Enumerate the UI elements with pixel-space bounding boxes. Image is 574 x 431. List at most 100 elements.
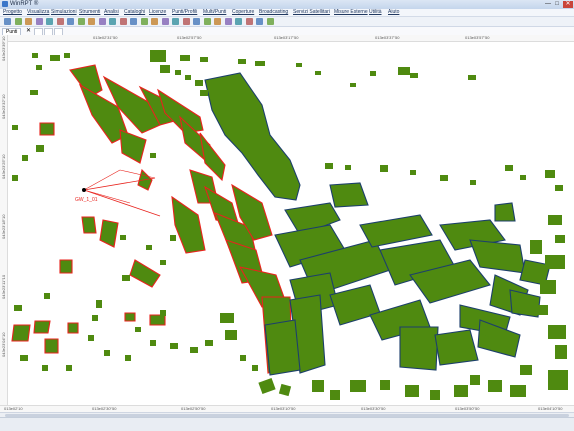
building-footprint <box>505 165 513 171</box>
menu-coperture[interactable]: Coperture <box>232 9 254 16</box>
building-footprint <box>200 90 208 96</box>
redo-icon[interactable] <box>77 18 85 25</box>
menu-punti-profili[interactable]: Punti/Profili <box>172 9 197 16</box>
building-footprint <box>440 175 448 181</box>
pan-icon[interactable] <box>109 18 116 25</box>
building-footprint <box>104 350 110 356</box>
site-label: GW_1_01 <box>75 197 98 203</box>
info-icon[interactable] <box>256 18 263 25</box>
menu-multi-punti[interactable]: Multi/Punti <box>203 9 226 16</box>
building-footprint <box>330 390 340 400</box>
building-footprint <box>50 55 60 61</box>
building-footprint <box>252 365 258 371</box>
cut-icon[interactable] <box>35 18 43 25</box>
menu-strumenti[interactable]: Strumenti <box>79 9 100 16</box>
top-tick: 013e03'37"50 <box>375 35 400 40</box>
menu-utilita[interactable]: Utilità <box>369 9 382 16</box>
menu-aiuto[interactable]: Aiuto <box>388 9 399 16</box>
building-footprint <box>410 73 418 78</box>
top-tick: 013e02'31"50 <box>93 35 118 40</box>
building-footprint <box>160 260 166 265</box>
menu-licenze[interactable]: Licenze <box>149 9 166 16</box>
building-footprint <box>350 83 356 87</box>
print-icon[interactable] <box>25 18 32 25</box>
settings-icon[interactable] <box>245 18 253 25</box>
menu-visualizza[interactable]: Visualizza <box>27 9 49 16</box>
building-footprint <box>96 300 102 308</box>
building-footprint <box>64 53 70 58</box>
refresh-icon[interactable] <box>161 18 169 25</box>
building-footprint <box>12 125 18 130</box>
building-footprint <box>36 65 42 70</box>
building-footprint <box>530 240 542 254</box>
maximize-button[interactable]: □ <box>553 1 561 8</box>
menu-misure-esterne[interactable]: Misure Esterne <box>334 9 368 16</box>
building-footprint <box>20 355 28 361</box>
measure-icon[interactable] <box>172 18 179 25</box>
map-canvas[interactable]: GW_1_01 <box>0 35 574 405</box>
grid-icon[interactable] <box>151 18 158 25</box>
paste-icon[interactable] <box>56 18 64 25</box>
zoom-out-icon[interactable] <box>98 18 106 25</box>
building-footprint <box>532 305 548 315</box>
minimize-button[interactable]: — <box>544 1 552 8</box>
building-footprint <box>33 320 51 334</box>
top-tick: 013e03'57"50 <box>465 35 490 40</box>
menu-analisi[interactable]: Analisi <box>104 9 119 16</box>
map-icon[interactable] <box>235 18 242 25</box>
copy-icon[interactable] <box>46 18 53 25</box>
building-footprint <box>149 314 166 326</box>
select-icon[interactable] <box>119 18 127 25</box>
building-footprint <box>160 310 166 316</box>
menu-progetto[interactable]: Progetto <box>3 9 22 16</box>
save-icon[interactable] <box>14 18 22 25</box>
left-tick: 043e23'18"10 <box>1 214 6 239</box>
undo-icon[interactable] <box>67 18 74 25</box>
menu-cataloghi[interactable]: Cataloghi <box>124 9 145 16</box>
building-footprint <box>345 165 351 170</box>
building-footprint <box>494 202 516 222</box>
building-footprint <box>220 313 234 323</box>
layers-icon[interactable] <box>140 18 148 25</box>
building-footprint <box>170 343 178 349</box>
building-footprint <box>510 385 526 397</box>
building-footprint <box>66 365 72 371</box>
chart-icon[interactable] <box>214 18 221 25</box>
table-icon[interactable] <box>224 18 232 25</box>
building-footprint <box>555 345 567 359</box>
building-footprint <box>124 312 136 322</box>
building-footprint <box>44 293 50 299</box>
building-footprint <box>548 370 568 390</box>
tab-close-icon[interactable]: ✕ <box>26 27 31 35</box>
building-footprint <box>92 315 98 321</box>
building-footprint <box>32 53 38 58</box>
menu-broadcasting[interactable]: Broadcasting <box>259 9 288 16</box>
menu-servizi-satellitari[interactable]: Servizi Satellitari <box>293 9 330 16</box>
help-icon[interactable] <box>266 18 274 25</box>
tab-punti[interactable]: Punti <box>2 28 22 35</box>
status-bar <box>0 417 574 431</box>
building-footprint <box>548 325 566 339</box>
building-footprint <box>315 71 321 75</box>
left-tick: 043e23'04"10 <box>1 332 6 357</box>
building-footprint <box>120 235 126 240</box>
building-footprint <box>150 50 166 62</box>
building-footprint <box>36 145 44 152</box>
zoom-in-icon[interactable] <box>88 18 95 25</box>
site-point[interactable] <box>82 188 86 192</box>
building-footprint <box>175 70 181 75</box>
folder-open-icon[interactable] <box>4 18 11 25</box>
antenna-icon[interactable] <box>193 18 200 25</box>
coverage-icon[interactable] <box>203 18 211 25</box>
building-footprint <box>434 329 479 366</box>
profile-icon[interactable] <box>182 18 190 25</box>
building-footprint <box>255 61 265 66</box>
building-footprint <box>135 327 141 332</box>
app-icon <box>2 1 8 7</box>
ruler-icon[interactable] <box>130 18 137 25</box>
menu-simulazioni[interactable]: Simulazioni <box>51 9 77 16</box>
close-button[interactable]: ✕ <box>563 1 573 8</box>
building-footprint <box>205 340 213 346</box>
building-footprint <box>11 324 31 342</box>
building-footprint <box>59 259 73 274</box>
